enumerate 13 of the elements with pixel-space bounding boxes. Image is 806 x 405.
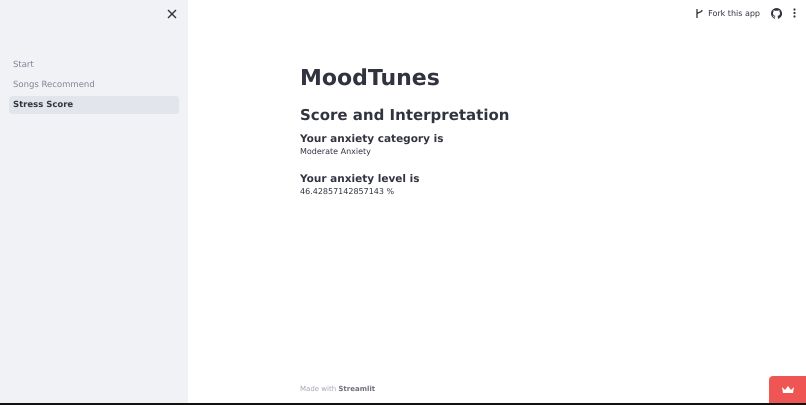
result-heading: Your anxiety category is: [300, 133, 444, 146]
streamlit-badge[interactable]: [769, 376, 806, 403]
result-value: Moderate Anxiety: [300, 146, 372, 157]
result-value: 46.42857142857143 %: [300, 186, 396, 197]
page-title: MoodTunes: [300, 65, 441, 93]
close-icon[interactable]: [165, 7, 179, 21]
more-icon[interactable]: [793, 8, 796, 18]
fork-button[interactable]: Fork this app: [695, 8, 760, 18]
fork-icon: [695, 8, 704, 18]
github-icon[interactable]: [771, 8, 782, 18]
section-heading: Score and Interpretation: [300, 105, 510, 125]
result-heading: Your anxiety level is: [300, 173, 421, 186]
sidebar-item[interactable]: Stress Score: [9, 96, 179, 114]
